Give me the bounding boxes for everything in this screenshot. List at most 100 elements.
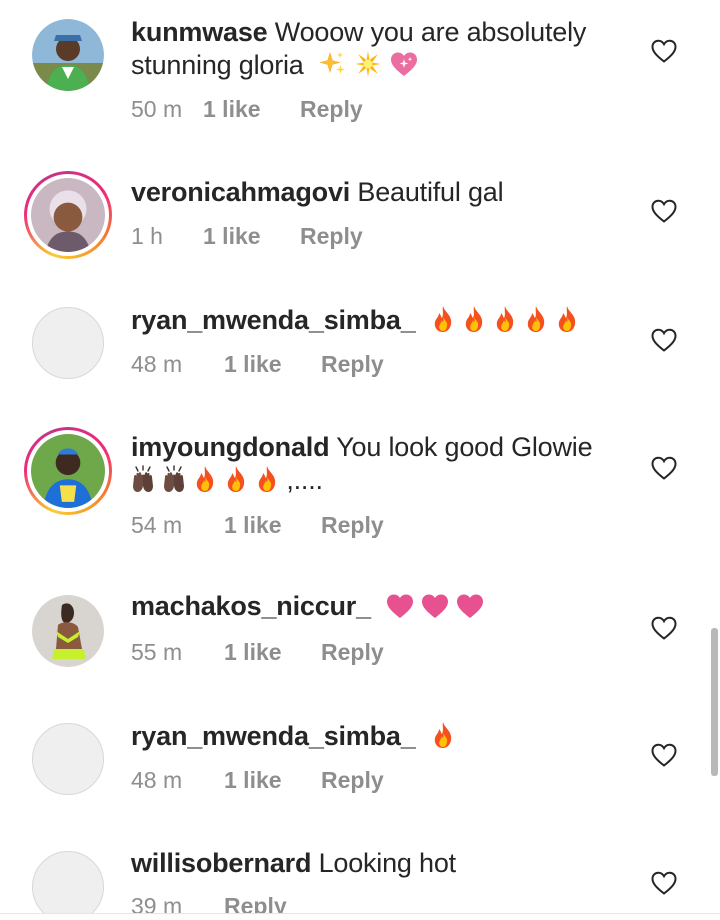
comment-likes[interactable]: 1 like — [203, 223, 300, 250]
comment-time: 39 m — [131, 893, 183, 914]
comment-time: 50 m — [131, 96, 183, 122]
comment-item: imyoungdonald You look good Glowie ,....… — [0, 410, 720, 570]
like-heart-icon[interactable] — [651, 328, 677, 352]
pink-heart-emoji-icon — [386, 593, 414, 619]
sparkling-heart-emoji-icon — [389, 50, 419, 78]
comment-meta: 54 m 1 like Reply — [131, 512, 384, 539]
raising-hands-emoji-icon — [131, 465, 155, 493]
like-heart-icon[interactable] — [651, 616, 677, 640]
comment-body: Looking hot — [318, 848, 457, 878]
emoji-group — [319, 50, 419, 78]
comment-likes[interactable]: 1 like — [224, 512, 321, 539]
comment-meta: 55 m 1 like Reply — [131, 639, 384, 666]
reply-button[interactable]: Reply — [321, 512, 384, 539]
fire-emoji-icon — [493, 305, 517, 333]
comment-meta: 50 m 1 like Reply — [131, 96, 363, 123]
comment-body: Beautiful gal — [357, 177, 504, 207]
avatar-photo-icon — [32, 19, 104, 91]
avatar[interactable] — [32, 851, 104, 914]
avatar[interactable] — [32, 595, 104, 667]
avatar[interactable] — [32, 307, 104, 379]
avatar[interactable] — [24, 171, 112, 259]
comment-text: willisobernard Looking hot — [131, 847, 631, 880]
comment-likes[interactable]: 1 like — [224, 639, 321, 666]
fire-emoji-icon — [524, 305, 548, 333]
comment-time: 1 h — [131, 223, 163, 249]
comment-likes[interactable]: 1 like — [224, 351, 321, 378]
comment-username[interactable]: ryan_mwenda_simba_ — [131, 721, 416, 751]
bottom-divider — [0, 913, 720, 914]
like-heart-icon[interactable] — [651, 871, 677, 895]
comment-item: kunmwase Wooow you are absolutely stunni… — [0, 0, 720, 150]
comment-time: 54 m — [131, 512, 183, 538]
comment-username[interactable]: kunmwase — [131, 17, 268, 47]
default-avatar — [32, 307, 104, 379]
avatar-photo-icon — [32, 595, 104, 667]
fire-emoji-icon — [555, 305, 579, 333]
reply-button[interactable]: Reply — [300, 96, 363, 123]
reply-button[interactable]: Reply — [321, 639, 384, 666]
avatar[interactable] — [32, 723, 104, 795]
glowing-star-emoji-icon — [354, 50, 382, 78]
default-avatar — [32, 851, 104, 914]
comment-item: ryan_mwenda_simba_ 48 m 1 like Reply — [0, 700, 720, 830]
comment-text: ryan_mwenda_simba_ — [131, 304, 631, 337]
avatar-photo-icon — [31, 178, 105, 252]
comment-time: 55 m — [131, 639, 183, 665]
comment-time: 48 m — [131, 767, 183, 793]
comment-body-line2: stunning gloria — [131, 50, 304, 80]
comment-item: machakos_niccur_ 55 m 1 like Reply — [0, 570, 720, 700]
comment-username[interactable]: machakos_niccur_ — [131, 591, 371, 621]
comment-item: willisobernard Looking hot 39 m Reply — [0, 830, 720, 914]
comment-text: kunmwase Wooow you are absolutely stunni… — [131, 16, 631, 82]
like-heart-icon[interactable] — [651, 456, 677, 480]
comment-text: machakos_niccur_ — [131, 590, 631, 623]
comment-item: ryan_mwenda_simba_ 48 m 1 like Reply — [0, 280, 720, 410]
story-ring — [24, 427, 112, 515]
comment-time: 48 m — [131, 351, 183, 377]
fire-emoji-icon — [431, 721, 455, 749]
comment-username[interactable]: willisobernard — [131, 848, 311, 878]
like-heart-icon[interactable] — [651, 39, 677, 63]
fire-emoji-icon — [431, 305, 455, 333]
fire-emoji-icon — [462, 305, 486, 333]
raising-hands-emoji-icon — [162, 465, 186, 493]
emoji-group — [131, 465, 279, 493]
comment-text: veronicahmagovi Beautiful gal — [131, 176, 631, 209]
reply-button[interactable]: Reply — [321, 351, 384, 378]
comment-meta: 48 m 1 like Reply — [131, 767, 384, 794]
comments-list: kunmwase Wooow you are absolutely stunni… — [0, 0, 720, 914]
fire-emoji-icon — [255, 465, 279, 493]
sparkles-emoji-icon — [319, 50, 347, 78]
pink-heart-emoji-icon — [421, 593, 449, 619]
story-ring — [24, 171, 112, 259]
comment-username[interactable]: ryan_mwenda_simba_ — [131, 305, 416, 335]
comment-item: veronicahmagovi Beautiful gal 1 h 1 like… — [0, 150, 720, 280]
reply-button[interactable]: Reply — [300, 223, 363, 250]
avatar[interactable] — [24, 427, 112, 515]
scrollbar[interactable] — [711, 628, 718, 776]
comment-text: imyoungdonald You look good Glowie ,.... — [131, 431, 631, 497]
emoji-group — [431, 721, 455, 749]
comment-likes[interactable]: 1 like — [203, 96, 300, 123]
comment-username[interactable]: veronicahmagovi — [131, 177, 350, 207]
fire-emoji-icon — [193, 465, 217, 493]
pink-heart-emoji-icon — [456, 593, 484, 619]
like-heart-icon[interactable] — [651, 743, 677, 767]
comment-username[interactable]: imyoungdonald — [131, 432, 330, 462]
avatar[interactable] — [32, 19, 104, 91]
fire-emoji-icon — [224, 465, 248, 493]
reply-button[interactable]: Reply — [321, 767, 384, 794]
comment-likes[interactable]: 1 like — [224, 767, 321, 794]
emoji-group — [386, 593, 484, 619]
comment-text: ryan_mwenda_simba_ — [131, 720, 631, 753]
comment-body: Wooow you are absolutely — [274, 17, 587, 47]
comment-meta: 1 h 1 like Reply — [131, 223, 363, 250]
comment-meta: 48 m 1 like Reply — [131, 351, 384, 378]
comment-trailing-text: ,.... — [286, 465, 323, 495]
avatar-photo-icon — [31, 434, 105, 508]
reply-button[interactable]: Reply — [224, 893, 287, 914]
like-heart-icon[interactable] — [651, 199, 677, 223]
emoji-group — [431, 305, 579, 333]
default-avatar — [32, 723, 104, 795]
